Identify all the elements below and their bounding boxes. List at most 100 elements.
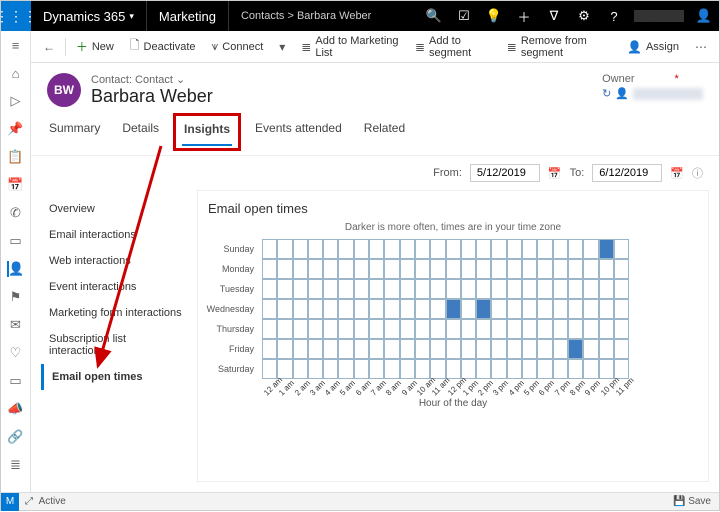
flag-icon[interactable]: ⚑	[8, 289, 24, 305]
tab-details[interactable]: Details	[120, 117, 161, 155]
expand-icon[interactable]: ⤢	[25, 496, 33, 507]
filter-icon[interactable]: ∇	[539, 1, 569, 31]
heatmap-cell	[308, 239, 323, 259]
list-icon[interactable]: ≣	[8, 457, 24, 473]
connect-button[interactable]: ⩛Connect	[206, 35, 270, 59]
to-date-input[interactable]	[592, 164, 662, 182]
heatmap-cell	[583, 259, 598, 279]
heatmap-cell	[568, 259, 583, 279]
search-icon[interactable]: 🔍	[419, 1, 449, 31]
pin-icon[interactable]: 📌	[8, 121, 24, 137]
phone-icon[interactable]: ✆	[8, 205, 24, 221]
heatmap-hour-label: 9 am	[400, 380, 417, 397]
tab-summary[interactable]: Summary	[47, 117, 102, 155]
app-badge[interactable]: M	[1, 493, 19, 511]
area-name[interactable]: Marketing	[147, 1, 229, 31]
record-status: Active	[39, 496, 66, 507]
chevron-down-icon: ▾	[129, 11, 134, 22]
heatmap-cell	[323, 239, 338, 259]
assign-button[interactable]: 👤Assign	[621, 35, 685, 59]
menu-subscription-list-interactions[interactable]: Subscription list interactions	[41, 326, 191, 364]
annotation-insights-highlight: Insights	[173, 113, 241, 151]
remove-segment-button[interactable]: ≣Remove from segment	[501, 35, 617, 59]
heatmap-cell	[537, 319, 552, 339]
heatmap-cell	[323, 299, 338, 319]
clipboard-icon[interactable]: 📋	[8, 149, 24, 165]
breadcrumb[interactable]: Contacts > Barbara Weber	[229, 1, 383, 31]
megaphone-icon[interactable]: 📣	[8, 401, 24, 417]
product-name[interactable]: Dynamics 365▾	[31, 1, 147, 31]
heatmap-cell	[430, 319, 445, 339]
heatmap-cell	[338, 259, 353, 279]
home-icon[interactable]: ⌂	[8, 65, 24, 81]
heatmap-cell	[476, 279, 491, 299]
heatmap-cell	[614, 259, 629, 279]
calendar-icon[interactable]: 📅	[8, 177, 24, 193]
save-button[interactable]: 💾 Save	[673, 496, 711, 507]
heatmap-cell	[446, 319, 461, 339]
link-icon[interactable]: 🔗	[8, 429, 24, 445]
heatmap-cell	[400, 359, 415, 379]
heatmap-cell	[400, 239, 415, 259]
deactivate-button[interactable]: 🗋Deactivate	[124, 35, 202, 59]
task-icon[interactable]: ☑	[449, 1, 479, 31]
avatar: BW	[47, 73, 81, 107]
doc-icon[interactable]: ▭	[8, 233, 24, 249]
recent-icon[interactable]: ▷	[8, 93, 24, 109]
heatmap-cell	[384, 299, 399, 319]
heatmap-cell	[537, 279, 552, 299]
owner-value[interactable]: ↻👤owner	[602, 87, 703, 100]
heatmap-cell	[568, 239, 583, 259]
add-segment-button[interactable]: ≣Add to segment	[409, 35, 497, 59]
heatmap-cell	[415, 279, 430, 299]
menu-icon[interactable]: ≡	[8, 37, 24, 53]
heatmap-cell	[553, 279, 568, 299]
info-icon[interactable]: ⓘ	[692, 165, 703, 181]
menu-overview[interactable]: Overview	[41, 196, 191, 222]
user-avatar-icon[interactable]: 👤	[689, 1, 719, 31]
help-icon[interactable]: ?	[599, 1, 629, 31]
owner-label: Owner*	[602, 73, 703, 85]
heatmap-cell	[338, 359, 353, 379]
from-date-input[interactable]	[470, 164, 540, 182]
menu-event-interactions[interactable]: Event interactions	[41, 274, 191, 300]
menu-email-open-times[interactable]: Email open times	[41, 364, 191, 390]
mail-icon[interactable]: ✉	[8, 317, 24, 333]
add-icon[interactable]: ＋	[509, 1, 539, 31]
tab-related[interactable]: Related	[362, 117, 407, 155]
entity-label[interactable]: Contact: Contact ⌄	[91, 73, 213, 86]
heatmap-cell	[277, 319, 292, 339]
settings-icon[interactable]: ⚙	[569, 1, 599, 31]
tab-events-attended[interactable]: Events attended	[253, 117, 344, 155]
menu-marketing-form-interactions[interactable]: Marketing form interactions	[41, 300, 191, 326]
heatmap-cell	[262, 319, 277, 339]
heatmap-cell	[491, 259, 506, 279]
panel-subtitle: Darker is more often, times are in your …	[208, 222, 698, 233]
menu-email-interactions[interactable]: Email interactions	[41, 222, 191, 248]
app-launcher-icon[interactable]: ⋮⋮⋮	[1, 1, 31, 31]
heatmap-cell	[384, 339, 399, 359]
heatmap-day-label: Wednesday	[208, 299, 258, 319]
heart-icon[interactable]: ♡	[8, 345, 24, 361]
heatmap-cell	[461, 239, 476, 259]
overflow-button[interactable]: ⋯	[689, 35, 713, 59]
tab-insights[interactable]: Insights	[182, 118, 232, 146]
heatmap-cell	[415, 299, 430, 319]
contacts-icon[interactable]: 👤	[7, 261, 23, 277]
heatmap-cell	[369, 319, 384, 339]
heatmap-cell	[354, 319, 369, 339]
heatmap-cell	[293, 279, 308, 299]
calendar-icon[interactable]: 📅	[670, 167, 684, 180]
assistant-icon[interactable]: 💡	[479, 1, 509, 31]
menu-web-interactions[interactable]: Web interactions	[41, 248, 191, 274]
connect-split[interactable]: ▾	[273, 35, 291, 59]
card-icon[interactable]: ▭	[8, 373, 24, 389]
heatmap-cell	[323, 359, 338, 379]
heatmap-cell	[354, 339, 369, 359]
add-marketing-list-button[interactable]: ≣Add to Marketing List	[295, 35, 405, 59]
heatmap-cell	[537, 299, 552, 319]
heatmap-cell	[277, 259, 292, 279]
new-button[interactable]: ＋New	[70, 35, 120, 59]
calendar-icon[interactable]: 📅	[548, 167, 562, 180]
back-button[interactable]: ←	[37, 35, 61, 59]
